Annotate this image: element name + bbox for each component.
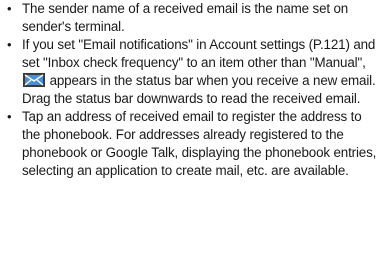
bullet: •: [7, 1, 12, 16]
note-register-address: • Tap an address of received email to re…: [0, 108, 382, 180]
note-sender-name: • The sender name of a received email is…: [0, 0, 382, 36]
note-text: The sender name of a received email is t…: [22, 1, 349, 34]
email-notification-icon: [23, 73, 45, 87]
note-text: Tap an address of received email to regi…: [22, 109, 377, 178]
note-text-before-icon: If you set "Email notifications" in Acco…: [22, 37, 376, 70]
note-email-notifications: • If you set "Email notifications" in Ac…: [0, 36, 382, 108]
bullet: •: [7, 109, 12, 124]
notes-list: • The sender name of a received email is…: [0, 0, 382, 180]
note-text-after-icon: appears in the status bar when you recei…: [22, 73, 376, 106]
bullet: •: [7, 37, 12, 52]
